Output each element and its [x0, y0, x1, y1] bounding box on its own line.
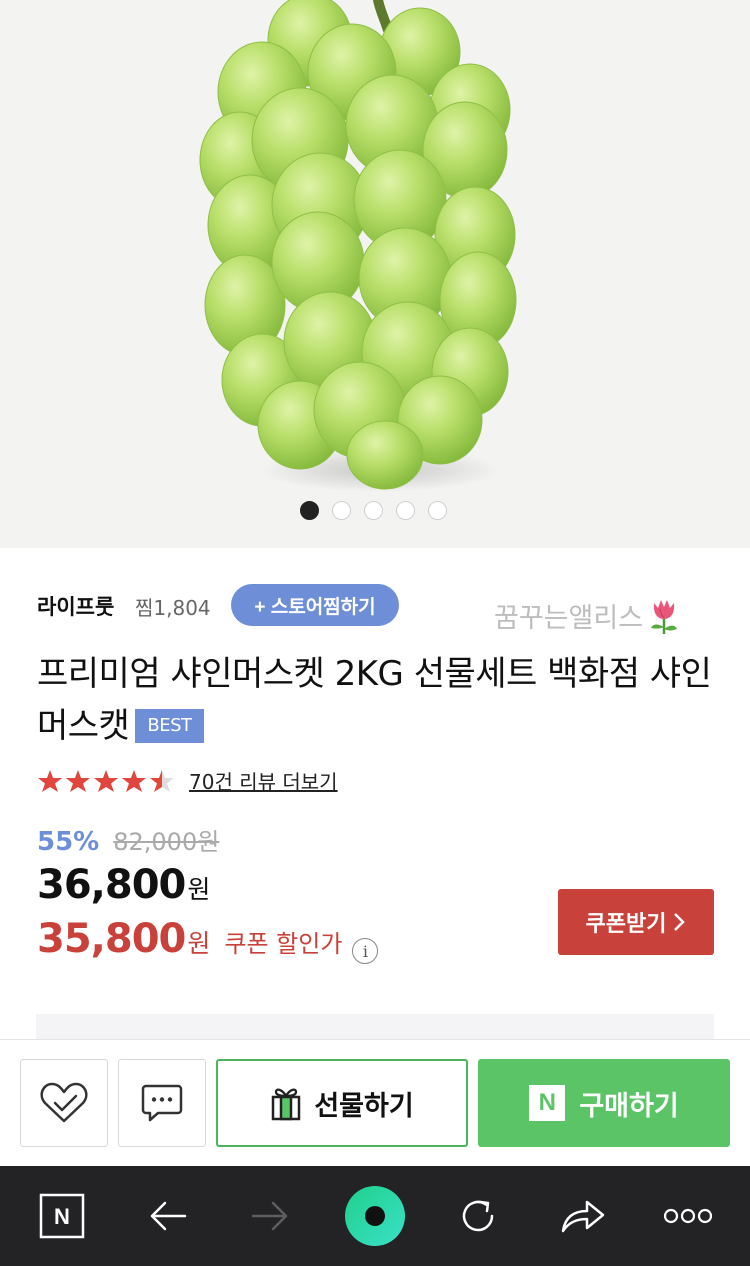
- sale-price-unit: 원: [187, 875, 211, 904]
- green-dot-button[interactable]: [344, 1166, 406, 1266]
- gift-box-icon: [272, 1088, 301, 1121]
- back-arrow-icon: [150, 1201, 187, 1231]
- chevron-right-icon: [674, 913, 686, 931]
- coupon-price-unit: 원: [187, 929, 211, 958]
- browser-toolbar: N: [0, 1166, 750, 1266]
- more-button[interactable]: [660, 1166, 716, 1266]
- carousel-dot[interactable]: [300, 501, 319, 520]
- naver-home-button[interactable]: N: [32, 1166, 92, 1266]
- wishlist-button[interactable]: [20, 1059, 108, 1147]
- coupon-price-row: 35,800 원 쿠폰 할인가 i: [37, 916, 379, 964]
- naver-home-icon: N: [39, 1193, 85, 1239]
- rating-row: 70건 리뷰 더보기: [37, 766, 338, 795]
- carousel-pagination[interactable]: [300, 501, 447, 520]
- coupon-label: 쿠폰 할인가: [224, 930, 343, 958]
- carousel-dot[interactable]: [396, 501, 415, 520]
- refresh-icon: [462, 1200, 494, 1232]
- star-icon: [38, 769, 62, 792]
- section-divider: [36, 1014, 714, 1040]
- carousel-dot[interactable]: [364, 501, 383, 520]
- naver-pay-logo: N: [529, 1085, 566, 1121]
- discount-rate: 55%: [37, 827, 100, 857]
- store-like-count: 찜1,804: [135, 596, 211, 620]
- carousel-dot[interactable]: [428, 501, 447, 520]
- star-icon: [94, 769, 118, 792]
- refresh-button[interactable]: [448, 1166, 508, 1266]
- product-title: 프리미엄 샤인머스켓 2KG 선물세트 백화점 샤인머스캣 BEST: [37, 648, 727, 752]
- gift-button-label: 선물하기: [314, 1090, 414, 1121]
- coupon-button-label: 쿠폰받기: [585, 911, 667, 936]
- star-rating: [37, 769, 175, 793]
- sale-price: 36,800: [37, 862, 186, 908]
- share-button[interactable]: [552, 1166, 614, 1266]
- watermark-text: 꿈꾸는앨리스: [494, 603, 644, 634]
- tulip-icon: [651, 599, 678, 634]
- forward-button[interactable]: [240, 1166, 300, 1266]
- chat-bubble-icon: [141, 1084, 183, 1122]
- buy-button-label: 구매하기: [579, 1090, 679, 1121]
- product-image-carousel[interactable]: [0, 0, 750, 548]
- coupon-price: 35,800: [37, 916, 186, 962]
- share-icon: [561, 1200, 605, 1233]
- green-dot-icon: [345, 1186, 405, 1246]
- review-link[interactable]: 70건 리뷰 더보기: [189, 766, 338, 795]
- forward-arrow-icon: [251, 1201, 288, 1231]
- sale-price-row: 36,800 원: [37, 862, 210, 908]
- original-price: 82,000원: [113, 828, 220, 856]
- carousel-dot[interactable]: [332, 501, 351, 520]
- inquiry-button[interactable]: [118, 1059, 206, 1147]
- back-button[interactable]: [138, 1166, 198, 1266]
- store-like-button[interactable]: + 스토어찜하기: [231, 584, 399, 626]
- coupon-download-button[interactable]: 쿠폰받기: [558, 889, 714, 955]
- info-icon[interactable]: i: [352, 938, 379, 964]
- best-badge: BEST: [135, 709, 204, 743]
- buy-button[interactable]: N 구매하기: [478, 1059, 730, 1147]
- heart-check-icon: [40, 1082, 88, 1123]
- store-name[interactable]: 라이프룻: [37, 591, 114, 621]
- star-icon: [150, 769, 174, 792]
- grape-bunch-image: [199, 0, 517, 492]
- star-icon: [122, 769, 146, 792]
- watermark: 꿈꾸는앨리스: [494, 596, 681, 635]
- star-icon: [66, 769, 90, 792]
- purchase-action-bar: 선물하기 N 구매하기: [0, 1039, 750, 1166]
- more-icon: [663, 1208, 713, 1224]
- svg-text:N: N: [54, 1204, 70, 1229]
- discount-row: 55% 82,000원: [37, 822, 219, 857]
- gift-button[interactable]: 선물하기: [216, 1059, 468, 1147]
